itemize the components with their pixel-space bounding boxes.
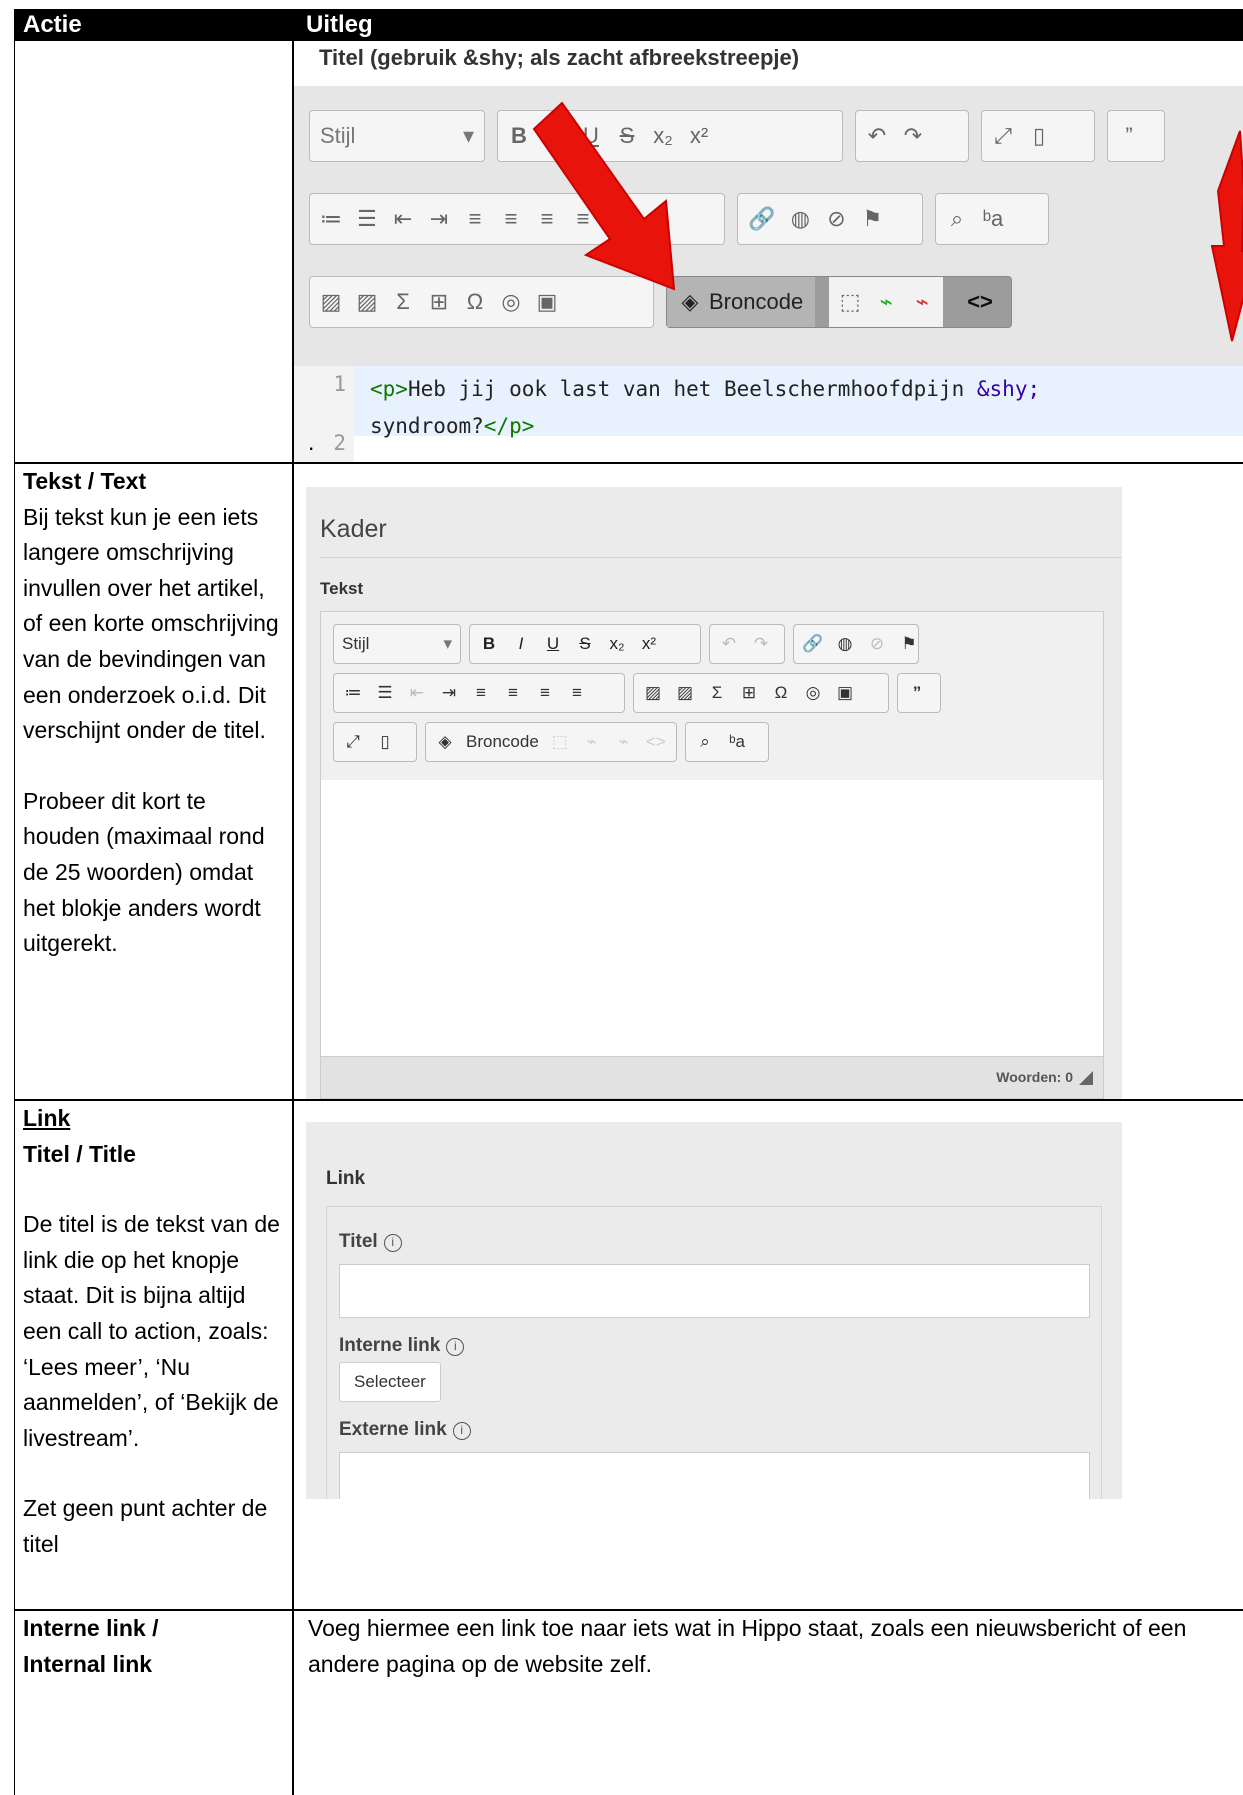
maximize-icon[interactable]: ⤢ (342, 732, 364, 752)
format-group: B I U S x₂ x² (469, 624, 701, 664)
image-alt-icon[interactable]: ▨ (674, 683, 696, 703)
column-header-uitleg: Uitleg (292, 9, 1243, 41)
external-link-input[interactable] (339, 1452, 1090, 1499)
comment-add-icon[interactable]: ⌁ (581, 732, 603, 752)
blocks-icon[interactable]: ▯ (374, 732, 396, 752)
row-title-titel: Titel / Title (23, 1140, 136, 1167)
omega-icon[interactable]: Ω (770, 683, 792, 703)
align-left-icon[interactable]: ≡ (470, 683, 492, 703)
editor-footer: Woorden: 0 (321, 1056, 1103, 1098)
quote-group: ” (897, 673, 941, 713)
table-icon[interactable]: ⊞ (738, 683, 760, 703)
row-heading-link: Link (23, 1105, 71, 1131)
resize-handle-icon[interactable] (1079, 1071, 1093, 1085)
bulleted-list-icon[interactable]: ☰ (374, 683, 396, 703)
link-group: 🔗 ◍ ⊘ ⚑ (793, 624, 919, 664)
search-group: ⌕ ᵇa (685, 722, 769, 762)
underline-icon[interactable]: U (542, 634, 564, 654)
insert-group: ▨ ▨ Σ ⊞ Ω ◎ ▣ (633, 673, 889, 713)
rich-text-editor: Stijl ▾ B I U S x₂ x² ↶ ↷ 🔗 ◍ ⊘ ⚑ ≔ ☰ ⇤ … (320, 611, 1104, 1099)
align-right-icon[interactable]: ≡ (534, 683, 556, 703)
section-title-link: Link (326, 1168, 366, 1189)
screenshot-kader-editor: Kader Tekst Stijl ▾ B I U S x₂ x² ↶ ↷ 🔗 (306, 487, 1122, 1099)
document-table: Actie Uitleg Titel (gebruik &shy; als za… (14, 9, 1243, 1795)
annotation-arrows (532, 101, 1243, 342)
numbered-list-icon[interactable]: ≔ (342, 683, 364, 703)
blockquote-icon[interactable]: ” (906, 683, 928, 703)
justify-icon[interactable]: ≡ (566, 683, 588, 703)
trailing-period: . (308, 429, 315, 455)
internal-link-explanation: Voeg hiermee een link toe naar iets wat … (308, 1615, 1187, 1677)
word-count: Woorden: 0 (996, 1069, 1073, 1085)
unlink-icon[interactable]: ⊘ (866, 634, 888, 654)
screenshot-source-editor: Titel (gebruik &shy; als zacht afbreekst… (294, 41, 1243, 462)
section-title-kader: Kader (320, 515, 387, 543)
replace-icon[interactable]: ᵇa (726, 732, 748, 752)
title-label-text: Titel (339, 1231, 378, 1252)
screenshot-link-form: Link Titel i Interne link i Selecteer Exte… (306, 1122, 1122, 1499)
globe-icon[interactable]: ◎ (802, 683, 824, 703)
source-icon: ◈ (438, 732, 452, 751)
red-arrow-right (1210, 130, 1243, 342)
internal-label-text: Interne link (339, 1335, 441, 1356)
paragraph: Probeer dit kort te houden (maximaal ron… (23, 787, 265, 957)
select-all-icon[interactable]: ⬚ (549, 732, 571, 752)
external-link-label: Externe link i (339, 1419, 471, 1441)
paragraph: De titel is de tekst van de link die op … (23, 1211, 280, 1451)
field-label-tekst: Tekst (320, 579, 364, 598)
subscript-icon[interactable]: x₂ (606, 634, 628, 654)
comment-remove-icon[interactable]: ⌁ (613, 732, 635, 752)
chevron-down-icon: ▾ (443, 634, 452, 653)
info-icon[interactable]: i (446, 1338, 465, 1356)
paragraph: Zet geen punt achter de titel (23, 1495, 268, 1557)
image-icon[interactable]: ▨ (642, 683, 664, 703)
style-dropdown[interactable]: Stijl ▾ (333, 624, 461, 664)
link-row-explanation: Link Titel / Title De titel is de tekst … (23, 1101, 285, 1563)
youtube-icon[interactable]: ▣ (834, 683, 856, 703)
sigma-icon[interactable]: Σ (706, 683, 728, 703)
link-panel: Titel i Interne link i Selecteer Externe l… (326, 1206, 1102, 1499)
external-label-text: Externe link (339, 1419, 447, 1440)
anchor-flag-icon[interactable]: ⚑ (898, 634, 920, 654)
superscript-icon[interactable]: x² (638, 634, 660, 654)
source-group: ◈ Broncode ⬚ ⌁ ⌁ <> (425, 722, 677, 762)
link-icon[interactable]: 🔗 (802, 634, 824, 654)
internal-link-label: Interne link i (339, 1335, 465, 1357)
italic-icon[interactable]: I (510, 634, 532, 654)
globe-link-icon[interactable]: ◍ (834, 634, 856, 654)
outdent-icon[interactable]: ⇤ (406, 683, 428, 703)
indent-icon[interactable]: ⇥ (438, 683, 460, 703)
code-tag-icon[interactable]: <> (645, 732, 667, 752)
text-row-explanation: Tekst / Text Bij tekst kun je een iets l… (23, 464, 285, 962)
title-input[interactable] (339, 1264, 1090, 1318)
editor-content-area[interactable] (321, 780, 1103, 1056)
paragraph: Bij tekst kun je een iets langere omschr… (23, 503, 279, 744)
internal-link-row-title: Interne link / Internal link (23, 1611, 285, 1682)
column-header-actie: Actie (15, 9, 292, 41)
row-title-tekst: Tekst / Text (23, 468, 147, 494)
search-icon[interactable]: ⌕ (694, 732, 716, 752)
info-icon[interactable]: i (452, 1422, 471, 1440)
info-icon[interactable]: i (383, 1234, 402, 1252)
row-title-line: Interne link / (23, 1615, 159, 1641)
view-group: ⤢ ▯ (333, 722, 417, 762)
undo-icon[interactable]: ↶ (718, 634, 740, 654)
style-dropdown-label: Stijl (342, 634, 370, 653)
red-arrow-left (532, 101, 676, 291)
history-group: ↶ ↷ (709, 624, 785, 664)
source-button[interactable]: Broncode (466, 732, 539, 752)
strike-icon[interactable]: S (574, 634, 596, 654)
bold-icon[interactable]: B (478, 634, 500, 654)
paragraph-group: ≔ ☰ ⇤ ⇥ ≡ ≡ ≡ ≡ (333, 673, 625, 713)
row-title-line: Internal link (23, 1650, 153, 1677)
select-button[interactable]: Selecteer (339, 1362, 441, 1402)
redo-icon[interactable]: ↷ (750, 634, 772, 654)
align-center-icon[interactable]: ≡ (502, 683, 524, 703)
title-field-label: Titel i (339, 1231, 402, 1253)
